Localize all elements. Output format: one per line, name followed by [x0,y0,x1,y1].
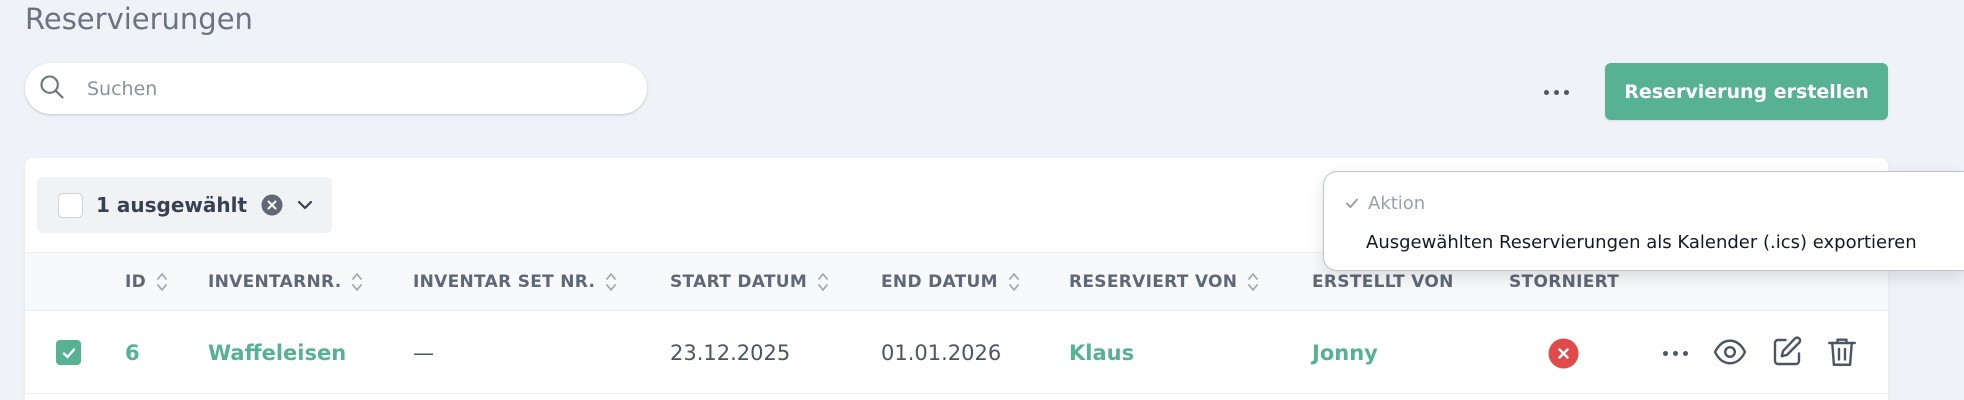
row-inventar-set-nr: — [413,340,434,365]
column-header-label: INVENTARNR. [208,272,342,292]
trash-icon[interactable] [1824,334,1860,370]
search-box[interactable] [25,63,647,114]
select-all-checkbox[interactable] [58,192,83,218]
column-header-label: RESERVIERT VON [1069,272,1238,292]
column-header-label: START DATUM [670,272,808,292]
close-circle-red-icon [1548,338,1579,369]
row-id[interactable]: 6 [125,311,140,394]
sort-icon[interactable] [351,270,363,294]
column-header-label: INVENTAR SET NR. [413,272,596,292]
row-reserviert-von-link[interactable]: Klaus [1069,311,1134,394]
column-header-reserviert-von[interactable]: RESERVIERT VON [1069,253,1259,311]
row-erstellt-von-link[interactable]: Jonny [1312,311,1378,394]
sort-icon[interactable] [1247,270,1259,294]
check-icon [1346,198,1358,208]
column-header-label: STORNIERT [1509,272,1620,292]
column-header-label: ERSTELLT VON [1312,272,1454,292]
page-title: Reservierungen [25,2,253,36]
menu-header-label: Aktion [1368,192,1426,214]
eye-icon[interactable] [1712,334,1748,370]
check-icon [62,347,75,358]
create-reservation-button[interactable]: Reservierung erstellen [1605,63,1888,120]
bulk-selection-control[interactable]: 1 ausgewählt [37,177,332,233]
edit-icon[interactable] [1769,334,1805,370]
search-icon [40,75,64,99]
row-inventarnr-link[interactable]: Waffeleisen [208,311,346,394]
column-header-start-datum[interactable]: START DATUM [670,253,829,311]
row-checkbox[interactable] [56,340,81,365]
column-header-id[interactable]: ID [125,253,168,311]
column-header-inventar-set-nr[interactable]: INVENTAR SET NR. [413,253,617,311]
row-end-datum: 01.01.2026 [881,340,1002,365]
menu-header: Aktion [1344,188,1425,218]
row-start-datum: 23.12.2025 [670,340,791,365]
table-row[interactable]: 6 Waffeleisen — 23.12.2025 01.01.2026 Kl… [25,311,1888,394]
close-circle-icon[interactable] [261,194,283,216]
more-horizontal-icon [1662,350,1668,356]
sort-icon[interactable] [1008,270,1020,294]
sort-icon[interactable] [817,270,829,294]
chevron-down-icon[interactable] [295,195,315,215]
more-options-button[interactable] [1536,78,1576,106]
menu-item-export-ics[interactable]: Ausgewählten Reservierungen als Kalender… [1366,227,1917,257]
search-input[interactable] [87,63,627,114]
more-horizontal-icon [1543,89,1549,95]
sort-icon[interactable] [605,270,617,294]
column-header-end-datum[interactable]: END DATUM [881,253,1020,311]
row-more-button[interactable] [1658,339,1692,367]
column-header-label: ID [125,272,147,292]
column-header-label: END DATUM [881,272,998,292]
selection-count-label: 1 ausgewählt [96,193,248,217]
column-header-inventarnr[interactable]: INVENTARNR. [208,253,363,311]
bulk-action-menu: Aktion Ausgewählten Reservierungen als K… [1323,171,1964,271]
sort-icon[interactable] [156,270,168,294]
